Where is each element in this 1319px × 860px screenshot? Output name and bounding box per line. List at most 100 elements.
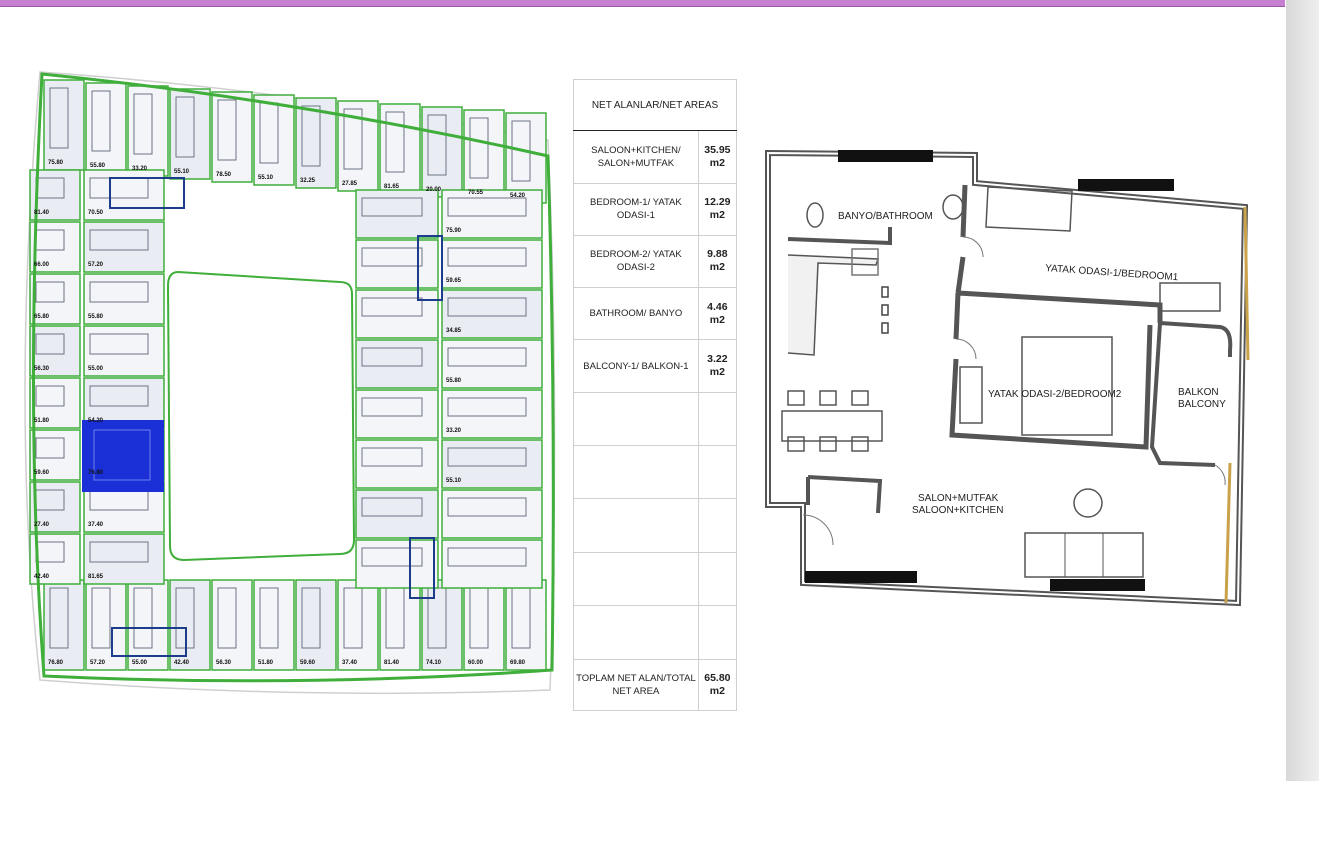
label-salon-en: SALOON+KITCHEN [912, 505, 1003, 516]
label-balcony-en: BALCONY [1178, 399, 1226, 410]
bedroom2-bed [1021, 336, 1113, 436]
area-label: 60.00 [468, 660, 484, 666]
area-label: 55.00 [88, 366, 104, 372]
net-areas-table: NET ALANLAR/NET AREAS SALOON+KITCHEN/ SA… [573, 78, 738, 712]
area-label: 74.10 [426, 660, 442, 666]
stool-icon [881, 286, 889, 298]
area-label: 66.00 [34, 262, 50, 268]
area-label: 59.60 [34, 470, 50, 476]
area-label: 54.20 [510, 193, 526, 199]
kitchen-counter [787, 254, 880, 356]
apartment-cell [355, 489, 439, 539]
area-label: 59.65 [446, 278, 462, 284]
area-label: 57.20 [88, 262, 104, 268]
table-empty-row [573, 551, 738, 607]
closet-wall [806, 475, 883, 514]
table-row: BEDROOM-1/ YATAK ODASI-1 12.29 m2 [573, 182, 738, 236]
coffee-table [1073, 488, 1103, 518]
area-label: 54.20 [88, 418, 104, 424]
apartment-cell [441, 539, 543, 589]
label-balcony-tr: BALKON [1178, 387, 1219, 398]
apartment-cell [355, 389, 439, 439]
row-value: 35.95 m2 [697, 130, 738, 184]
area-label: 27.85 [342, 181, 358, 187]
row-label: BATHROOM/ BANYO [573, 287, 699, 341]
area-label: 33.20 [132, 166, 148, 172]
area-label: 55.10 [446, 478, 462, 484]
bedroom1-wardrobe [1159, 282, 1221, 312]
table-empty-row [573, 605, 738, 660]
table-empty-row [573, 445, 738, 500]
area-label: 65.80 [34, 314, 50, 320]
building-floor-plan: 75.80 55.80 33.20 55.10 78.50 55.10 32.25 27.85… [24, 71, 556, 695]
row-label: SALOON+KITCHEN/ SALON+MUTFAK [573, 130, 699, 184]
area-label: 78.50 [216, 172, 232, 178]
window-1 [838, 150, 933, 162]
area-label: 37.40 [88, 522, 104, 528]
bedroom2-wall [949, 290, 1163, 450]
total-value: 65.80 m2 [697, 658, 738, 712]
area-label: 20.00 [426, 187, 442, 193]
table-row: SALOON+KITCHEN/ SALON+MUTFAK 35.95 m2 [573, 130, 738, 184]
area-label: 51.80 [258, 660, 274, 666]
area-label: 70.55 [468, 190, 484, 196]
bedroom2-wardrobe [959, 366, 983, 424]
row-value: 12.29 m2 [697, 182, 738, 236]
area-label: 37.40 [342, 660, 358, 666]
courtyard [166, 270, 356, 562]
area-label: 34.85 [446, 328, 462, 334]
sink-icon [942, 194, 964, 220]
area-label: 33.20 [446, 428, 462, 434]
area-label: 55.00 [132, 660, 148, 666]
window-3 [805, 571, 917, 583]
area-label: 51.80 [34, 418, 50, 424]
area-label: 27.40 [34, 522, 50, 528]
page-edge-shadow [1286, 0, 1319, 781]
row-label: BEDROOM-1/ YATAK ODASI-1 [573, 182, 699, 236]
area-label: 81.65 [88, 574, 104, 580]
area-label: 70.50 [88, 210, 104, 216]
area-label: 69.80 [510, 660, 526, 666]
stool-icon [881, 322, 889, 334]
table-empty-row [573, 498, 738, 553]
toilet-icon [806, 202, 824, 228]
area-label: 56.30 [216, 660, 232, 666]
table-row: BEDROOM-2/ YATAK ODASI-2 9.88 m2 [573, 234, 738, 289]
apartment-cell [355, 339, 439, 389]
table-row: BATHROOM/ BANYO 4.46 m2 [573, 287, 738, 341]
row-label: BALCONY-1/ BALKON-1 [573, 339, 699, 393]
label-bedroom1: YATAK ODASI-1/BEDROOM1 [1045, 263, 1179, 283]
unit-plan: BANYO/BATHROOM YATAK ODASI-1/BEDROOM1 YA… [765, 149, 1250, 607]
sofa [1024, 532, 1144, 578]
table-total-row: TOPLAM NET ALAN/TOTAL NET AREA 65.80 m2 [573, 658, 738, 712]
table-empty-row [573, 391, 738, 447]
row-value: 4.46 m2 [697, 287, 738, 341]
area-label: 81.40 [384, 660, 400, 666]
label-bathroom: BANYO/BATHROOM [838, 211, 933, 222]
apartment-cell [355, 239, 439, 289]
area-label: 55.10 [258, 175, 274, 181]
total-label: TOPLAM NET ALAN/TOTAL NET AREA [573, 658, 699, 712]
area-label: 57.20 [90, 660, 106, 666]
row-value: 9.88 m2 [697, 234, 738, 289]
area-label: 56.30 [34, 366, 50, 372]
row-label: BEDROOM-2/ YATAK ODASI-2 [573, 234, 699, 289]
area-label: 55.80 [88, 314, 104, 320]
label-salon-tr: SALON+MUTFAK [918, 493, 999, 504]
bedroom1-bed [985, 186, 1073, 232]
table-header: NET ALANLAR/NET AREAS [573, 78, 737, 132]
window-2 [1078, 179, 1174, 191]
table-header-row: NET ALANLAR/NET AREAS [573, 78, 737, 132]
area-label: 42.40 [174, 660, 190, 666]
table-row: BALCONY-1/ BALKON-1 3.22 m2 [573, 339, 738, 393]
window-4 [1050, 579, 1145, 591]
apartment-cell [355, 289, 439, 339]
apartment-cell [355, 539, 439, 589]
row-value: 3.22 m2 [697, 339, 738, 393]
area-label: 32.25 [300, 178, 316, 184]
stool-icon [881, 304, 889, 316]
apartment-cell [355, 439, 439, 489]
area-label: 81.65 [384, 184, 400, 190]
area-label: 55.80 [90, 163, 106, 169]
top-accent-bar [0, 0, 1285, 7]
